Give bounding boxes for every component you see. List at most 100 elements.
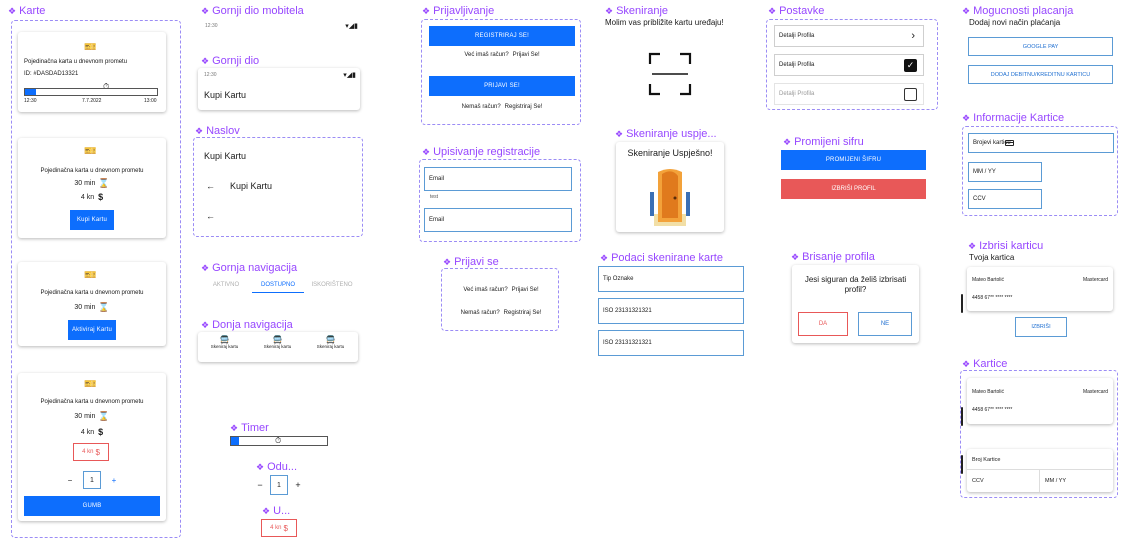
settings-row-checked[interactable]: Detalji Profila ✓ — [774, 54, 924, 76]
price-row: 4 kn $ — [18, 427, 166, 437]
bottom-nav-label: Skeniraj kartu — [316, 344, 345, 349]
confirm-yes-button[interactable]: DA — [798, 312, 848, 336]
ticket-icon: 🎫 — [84, 270, 97, 281]
bottom-nav-bar: 🚍 Skeniraj kartu 🚍 Skeniraj kartu 🚍 Sken… — [198, 332, 358, 362]
register-link[interactable]: Registriraj Se! — [504, 310, 542, 316]
quantity-stepper[interactable]: − 1 + — [60, 471, 124, 489]
delete-profile-button[interactable]: IZBRIŠI PROFIL — [781, 179, 926, 199]
no-account-row: Nemaš račun? Registriraj Se! — [422, 104, 582, 110]
no-account-row: Nemaš račun? Registriraj Se! — [442, 310, 560, 316]
add-card-button[interactable]: DODAJ DEBITNU/KREDITNU KARTICU — [968, 65, 1113, 84]
minus-button[interactable]: − — [63, 476, 77, 485]
ccv-field[interactable]: CCV — [968, 189, 1042, 209]
section-title-karte: ❖ Karte — [8, 5, 46, 17]
card-number-field[interactable]: Brojevi kartice — [968, 133, 1114, 153]
open-door-illustration — [650, 169, 690, 226]
header-title: Kupi Kartu — [204, 90, 247, 100]
scan-success-text: Skeniranje Uspješno! — [627, 148, 713, 158]
card-number-field[interactable]: Broj Kartice — [961, 449, 1113, 474]
quantity-stepper[interactable]: − 1 + — [252, 475, 306, 495]
masked-card-number: 4458 67** **** **** — [972, 295, 1013, 301]
tab-iskoristeno[interactable]: ISKORIŠTENO — [304, 277, 360, 293]
info-kartice-frame: Brojevi kartice MM / YY CCV — [962, 126, 1118, 216]
settings-row-label: Detalji Profila — [779, 33, 815, 39]
ccv-field[interactable]: CCV — [967, 470, 1040, 492]
confirm-no-button[interactable]: NE — [858, 312, 912, 336]
quantity-input[interactable]: 1 — [270, 475, 288, 495]
generic-button[interactable]: GUMB — [24, 496, 160, 516]
active-ticket-card[interactable]: 🎫 Pojedinačna karta u dnevnom prometu ID… — [18, 32, 166, 112]
checkbox-checked-icon[interactable]: ✓ — [904, 58, 917, 72]
expiry-field[interactable]: MM / YY — [1040, 470, 1113, 492]
tab-dostupno[interactable]: DOSTUPNO — [252, 277, 304, 293]
register-button[interactable]: REGISTRIRAJ SE! — [429, 26, 575, 46]
chevron-right-icon: › — [911, 30, 915, 42]
login-link[interactable]: Prijavi Se! — [513, 52, 540, 58]
tab-aktivno[interactable]: AKTIVNO — [200, 277, 252, 293]
email-value: test — [430, 194, 439, 200]
new-card-form: Broj Kartice CCV MM / YY — [961, 449, 1113, 492]
settings-row-chevron[interactable]: Detalji Profila › — [774, 25, 924, 47]
checkbox-empty-icon[interactable] — [904, 87, 917, 101]
bus-icon: 🚍 — [272, 335, 283, 344]
section-title-podaci: ❖ Podaci skenirane karte — [600, 252, 723, 264]
postavke-frame: Detalji Profila › Detalji Profila ✓ Detalj… — [766, 19, 938, 110]
expiry-field[interactable]: MM / YY — [968, 162, 1042, 182]
change-password-button[interactable]: PROMIJENI ŠIFRU — [781, 150, 926, 170]
section-title-timer: ❖ Timer — [230, 422, 269, 434]
time-start: 12:30 — [24, 98, 37, 104]
buy-ticket-button[interactable]: Kupi Kartu — [70, 210, 114, 230]
ccv-label: CCV — [972, 478, 984, 484]
dollar-icon: $ — [98, 192, 104, 202]
plus-button[interactable]: + — [107, 476, 121, 485]
bottom-nav-label: Skeniraj kartu — [210, 344, 239, 349]
bus-icon: 🚍 — [219, 335, 230, 344]
register-link[interactable]: Registriraj Se! — [505, 104, 543, 110]
section-title-info-kartice: ❖ Informacije Kartice — [962, 112, 1065, 124]
section-title-u: ❖ U... — [262, 505, 291, 517]
bottom-nav-label: Skeniraj kartu — [263, 344, 292, 349]
back-arrow-icon[interactable]: ← — [206, 211, 215, 221]
minus-button[interactable]: − — [254, 480, 266, 490]
duration-text: 30 min — [74, 413, 96, 420]
email-field[interactable]: Email — [424, 167, 572, 191]
settings-row-unchecked[interactable]: Detalji Profila — [774, 83, 924, 105]
quantity-input[interactable]: 1 — [83, 471, 101, 489]
duration-row: 30 min ⌛ — [18, 411, 166, 422]
duration-text: 30 min — [74, 304, 96, 311]
top-nav-tabs: AKTIVNO DOSTUPNO ISKORIŠTENO — [200, 277, 360, 295]
delete-question: Jesi siguran da želiš izbrisati profil? — [804, 275, 907, 294]
delete-confirm-dialog: Jesi siguran da želiš izbrisati profil? … — [792, 265, 919, 343]
price-box-text: 4 kn — [82, 449, 94, 455]
upisivanje-frame: Email test Email — [419, 159, 581, 242]
card-data-row: ISO 23131321321 — [598, 298, 744, 324]
back-arrow-icon[interactable]: ← — [206, 181, 215, 191]
email-field-empty[interactable]: Email — [424, 208, 572, 232]
have-account-text: Već imaš račun? — [464, 52, 509, 58]
delete-card-button[interactable]: IZBRIŠI — [1015, 317, 1067, 337]
card-number-label: Broj Kartice — [972, 457, 1001, 463]
have-account-row: Već imaš račun? Prijavi Se! — [422, 52, 582, 58]
phone-status-bar: 12:30 ▾◢▮ — [203, 20, 360, 34]
credit-card-icon — [961, 455, 963, 474]
credit-card-icon — [961, 407, 963, 426]
ticket-date: 7.7.2022 — [82, 98, 102, 104]
section-title-gornji-mob: ❖ Gornji dio mobitela — [201, 5, 304, 17]
plus-button[interactable]: + — [292, 480, 304, 490]
bottom-nav-item[interactable]: 🚍 Skeniraj kartu — [304, 335, 357, 349]
signal-battery-icon: ▾◢▮ — [343, 72, 356, 79]
google-pay-button[interactable]: GOOGLE PAY — [968, 37, 1113, 56]
bottom-nav-item[interactable]: 🚍 Skeniraj kartu — [198, 335, 251, 349]
price-row: 4 kn $ — [18, 192, 166, 202]
login-button[interactable]: PRIJAVI SE! — [429, 76, 575, 96]
section-title-brisanje: ❖ Brisanje profila — [791, 251, 875, 263]
bottom-nav-item[interactable]: 🚍 Skeniraj kartu — [251, 335, 304, 349]
card-brand: Mastercard — [1082, 389, 1108, 395]
price-box-text: 4 kn — [270, 525, 282, 531]
activate-ticket-button[interactable]: Aktiviraj Kartu — [68, 320, 116, 340]
hourglass-icon: ⌛ — [98, 178, 110, 188]
time-end: 13:00 — [144, 98, 157, 104]
credit-card-icon — [1004, 140, 1014, 146]
login-link[interactable]: Prijavi Se! — [512, 287, 539, 293]
have-account-row: Već imaš račun? Prijavi Se! — [442, 287, 560, 293]
